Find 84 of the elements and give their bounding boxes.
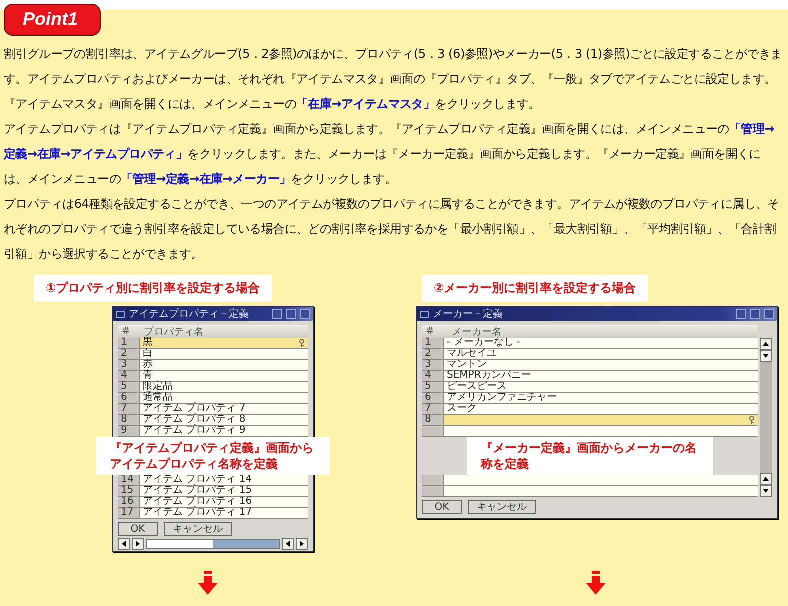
row-number: 3 (118, 360, 140, 370)
row-number: 15 (118, 486, 140, 496)
up-arrow-icon[interactable] (763, 341, 769, 347)
row-number: 1 (118, 338, 140, 348)
row-number (422, 426, 444, 436)
table-cell: 赤 (143, 360, 153, 370)
table-cell: 青 (143, 371, 153, 381)
row-number: 9 (118, 426, 140, 436)
maximize-button[interactable] (286, 309, 296, 319)
close-button[interactable] (300, 309, 310, 319)
row-number: 6 (118, 393, 140, 403)
point-badge: Point1 (4, 4, 102, 36)
close-button[interactable] (764, 309, 774, 319)
table-cell: アイテム プロパティ 14 (143, 475, 252, 485)
dialog-button[interactable]: OK (118, 522, 158, 536)
column-header: メーカー名 (451, 326, 503, 338)
caption: ①プロパティ別に割引率を設定する場合 (34, 275, 272, 302)
left-arrow-icon[interactable] (121, 540, 127, 546)
row-number: 5 (422, 382, 444, 392)
table-cell: マルセイユ (447, 349, 497, 359)
paragraph: プロパティは64種類を設定することができ、一つのアイテムが複数のプロパティに属することができます。アイテムが複数のプロパティに属し、それぞれのプロパティで違う割引率を設定している場合に、どの割引率を採用するかを「最小割引額」、「最大割引額」、「平均割引額」、「合計割引額」から選択することができます。 (4, 196, 780, 263)
row-number: 4 (118, 371, 140, 381)
table-cell: 通常品 (143, 393, 173, 403)
row-number: 2 (422, 349, 444, 359)
row-number: 5 (118, 382, 140, 392)
table-cell: アイテム プロパティ 15 (143, 486, 252, 496)
caption: ②メーカー別に割引率を設定する場合 (422, 275, 648, 302)
down-arrow (198, 571, 218, 595)
table-cell: 限定品 (143, 382, 173, 392)
table-cell: アイテム プロパティ 17 (143, 508, 252, 518)
table-cell: ピースピース (447, 382, 507, 392)
window-title: メーカー－定義 (433, 308, 504, 321)
down-arrow (586, 571, 606, 595)
maximize-button[interactable] (750, 309, 760, 319)
dialog-button[interactable]: OK (422, 500, 462, 514)
row-number: 2 (118, 349, 140, 359)
down-arrow-icon[interactable] (763, 488, 769, 494)
row-number: 1 (422, 338, 444, 348)
column-header: # (121, 326, 132, 337)
row-number: 14 (118, 475, 140, 485)
down-arrow-icon[interactable] (763, 353, 769, 359)
key-icon[interactable] (299, 338, 305, 348)
row-number (422, 486, 444, 496)
table-cell: スーク (447, 404, 477, 414)
scrollbar[interactable] (146, 538, 280, 548)
left-arrow-icon[interactable] (285, 540, 291, 546)
window-title: アイテムプロパティ－定義 (129, 308, 250, 321)
row-number: 7 (422, 404, 444, 414)
table-cell: アメリカンファニチャー (447, 393, 557, 403)
up-arrow-icon[interactable] (763, 476, 769, 482)
row-number: 17 (118, 508, 140, 518)
key-icon[interactable] (749, 416, 755, 424)
column-header: # (425, 326, 436, 337)
row-number (422, 475, 444, 485)
minimize-button[interactable] (272, 309, 282, 319)
window-icon (116, 310, 125, 318)
table-cell: 白 (143, 349, 153, 359)
row-number: 3 (422, 360, 444, 370)
right-arrow-icon[interactable] (135, 540, 141, 546)
minimize-button[interactable] (736, 309, 746, 319)
paragraph: アイテムプロパティは『アイテムプロパティ定義』画面から定義します。『アイテムプロパティ定義』画面を開くには、メインメニューの「管理→定義→在庫→アイテムプロパティ」をクリックします。また、メーカーは『メーカー定義』画面から定義します。『メーカー定義』画面を開くには、メインメニューの「管理→定義→在庫→メーカー」をクリックします。 (4, 121, 776, 188)
callout-note: 『アイテムプロパティ定義』画面からアイテムプロパティ名称を定義 (96, 437, 330, 475)
table-cell: - メーカーなし - (447, 338, 521, 348)
table-cell: 黒 (143, 338, 153, 348)
dialog-button[interactable]: キャンセル (164, 522, 232, 536)
row-number: 8 (422, 415, 444, 425)
right-arrow-icon[interactable] (299, 540, 305, 546)
row-number: 6 (422, 393, 444, 403)
table-cell: アイテム プロパティ 7 (143, 404, 246, 414)
table-cell: アイテム プロパティ 8 (143, 415, 246, 425)
table-cell: アイテム プロパティ 9 (143, 426, 246, 436)
row-number: 7 (118, 404, 140, 414)
table-cell: SEMPRカンパニー (447, 371, 532, 381)
window-icon (420, 310, 429, 318)
callout-note: 『メーカー定義』画面からメーカーの名称を定義 (467, 437, 713, 475)
row-number: 16 (118, 497, 140, 507)
row-number: 8 (118, 415, 140, 425)
table-cell: マントン (447, 360, 487, 370)
row-number: 4 (422, 371, 444, 381)
scrollbar[interactable] (760, 338, 772, 497)
table-cell: アイテム プロパティ 16 (143, 497, 252, 507)
column-header: プロパティ名 (144, 326, 206, 338)
dialog-button[interactable]: キャンセル (468, 500, 536, 514)
paragraph: 割引グループの割引率は、アイテムグループ(5．2参照)のほかに、プロパティ(5．3 (6)参照)やメーカー(5．3 (1)参照)ごとに設定することができます。アイテムプロパティおよびメーカーは、それぞれ『アイテムマスタ』画面の『プロパティ』タブ、『一般』タブでアイテムごとに設定します。『アイテムマスタ』画面を開くには、メインメニューの「在庫→アイテムマスタ」をクリックします。 (4, 46, 784, 113)
